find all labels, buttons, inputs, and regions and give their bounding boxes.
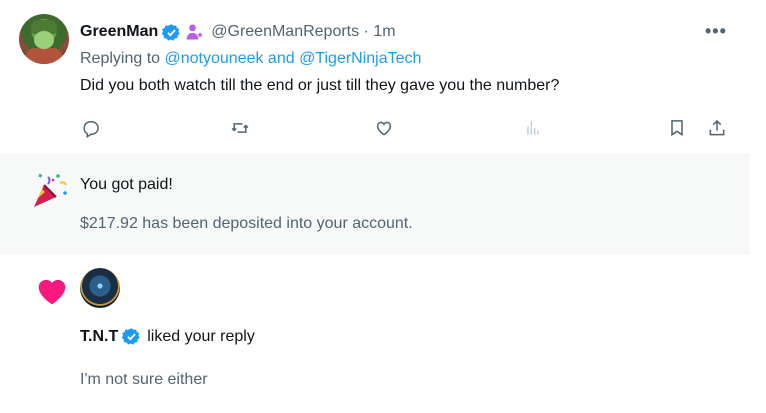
verified-badge-icon [122, 327, 141, 346]
avatar[interactable] [19, 14, 69, 64]
tweet-text: Did you both watch till the end or just … [80, 77, 560, 94]
like-action-text: liked your reply [147, 327, 255, 345]
replying-to: Replying to @notyouneek and @TigerNinjaT… [80, 50, 421, 68]
reply-icon[interactable] [80, 117, 102, 139]
avatar[interactable] [80, 268, 120, 308]
liked-reply-text: I'm not sure either [80, 371, 208, 388]
bookmark-icon[interactable] [666, 117, 688, 139]
author-handle[interactable]: @GreenManReports · 1m [211, 23, 395, 41]
like-icon[interactable] [373, 117, 395, 139]
notification-title: You got paid! [80, 176, 173, 193]
replying-prefix: Replying to [80, 50, 161, 67]
timestamp[interactable]: 1m [373, 23, 395, 40]
party-popper-icon [30, 171, 70, 211]
like-summary: T.N.T liked your reply [80, 327, 255, 346]
verified-badge-icon [162, 23, 181, 42]
tweet-header: GreenMan @GreenManReports · 1m [80, 22, 396, 42]
handle-text: @GreenManReports [211, 23, 360, 40]
affiliate-icon [185, 22, 205, 42]
views-icon[interactable] [522, 117, 544, 139]
liker-name[interactable]: T.N.T [80, 328, 118, 346]
reply-tweet[interactable]: GreenMan @GreenManReports · 1m ••• Reply… [0, 0, 750, 155]
retweet-icon[interactable] [229, 117, 251, 139]
more-options-icon[interactable]: ••• [705, 22, 727, 40]
time-separator: · [363, 23, 369, 40]
author-name[interactable]: GreenMan [80, 23, 158, 41]
like-notification[interactable]: T.N.T liked your reply I'm not sure eith… [0, 254, 750, 413]
notification-body: $217.92 has been deposited into your acc… [80, 215, 413, 232]
mention-links[interactable]: @notyouneek and @TigerNinjaTech [165, 50, 422, 67]
payment-notification[interactable]: You got paid! $217.92 has been deposited… [0, 155, 750, 253]
heart-icon [36, 276, 68, 306]
share-icon[interactable] [706, 117, 728, 139]
